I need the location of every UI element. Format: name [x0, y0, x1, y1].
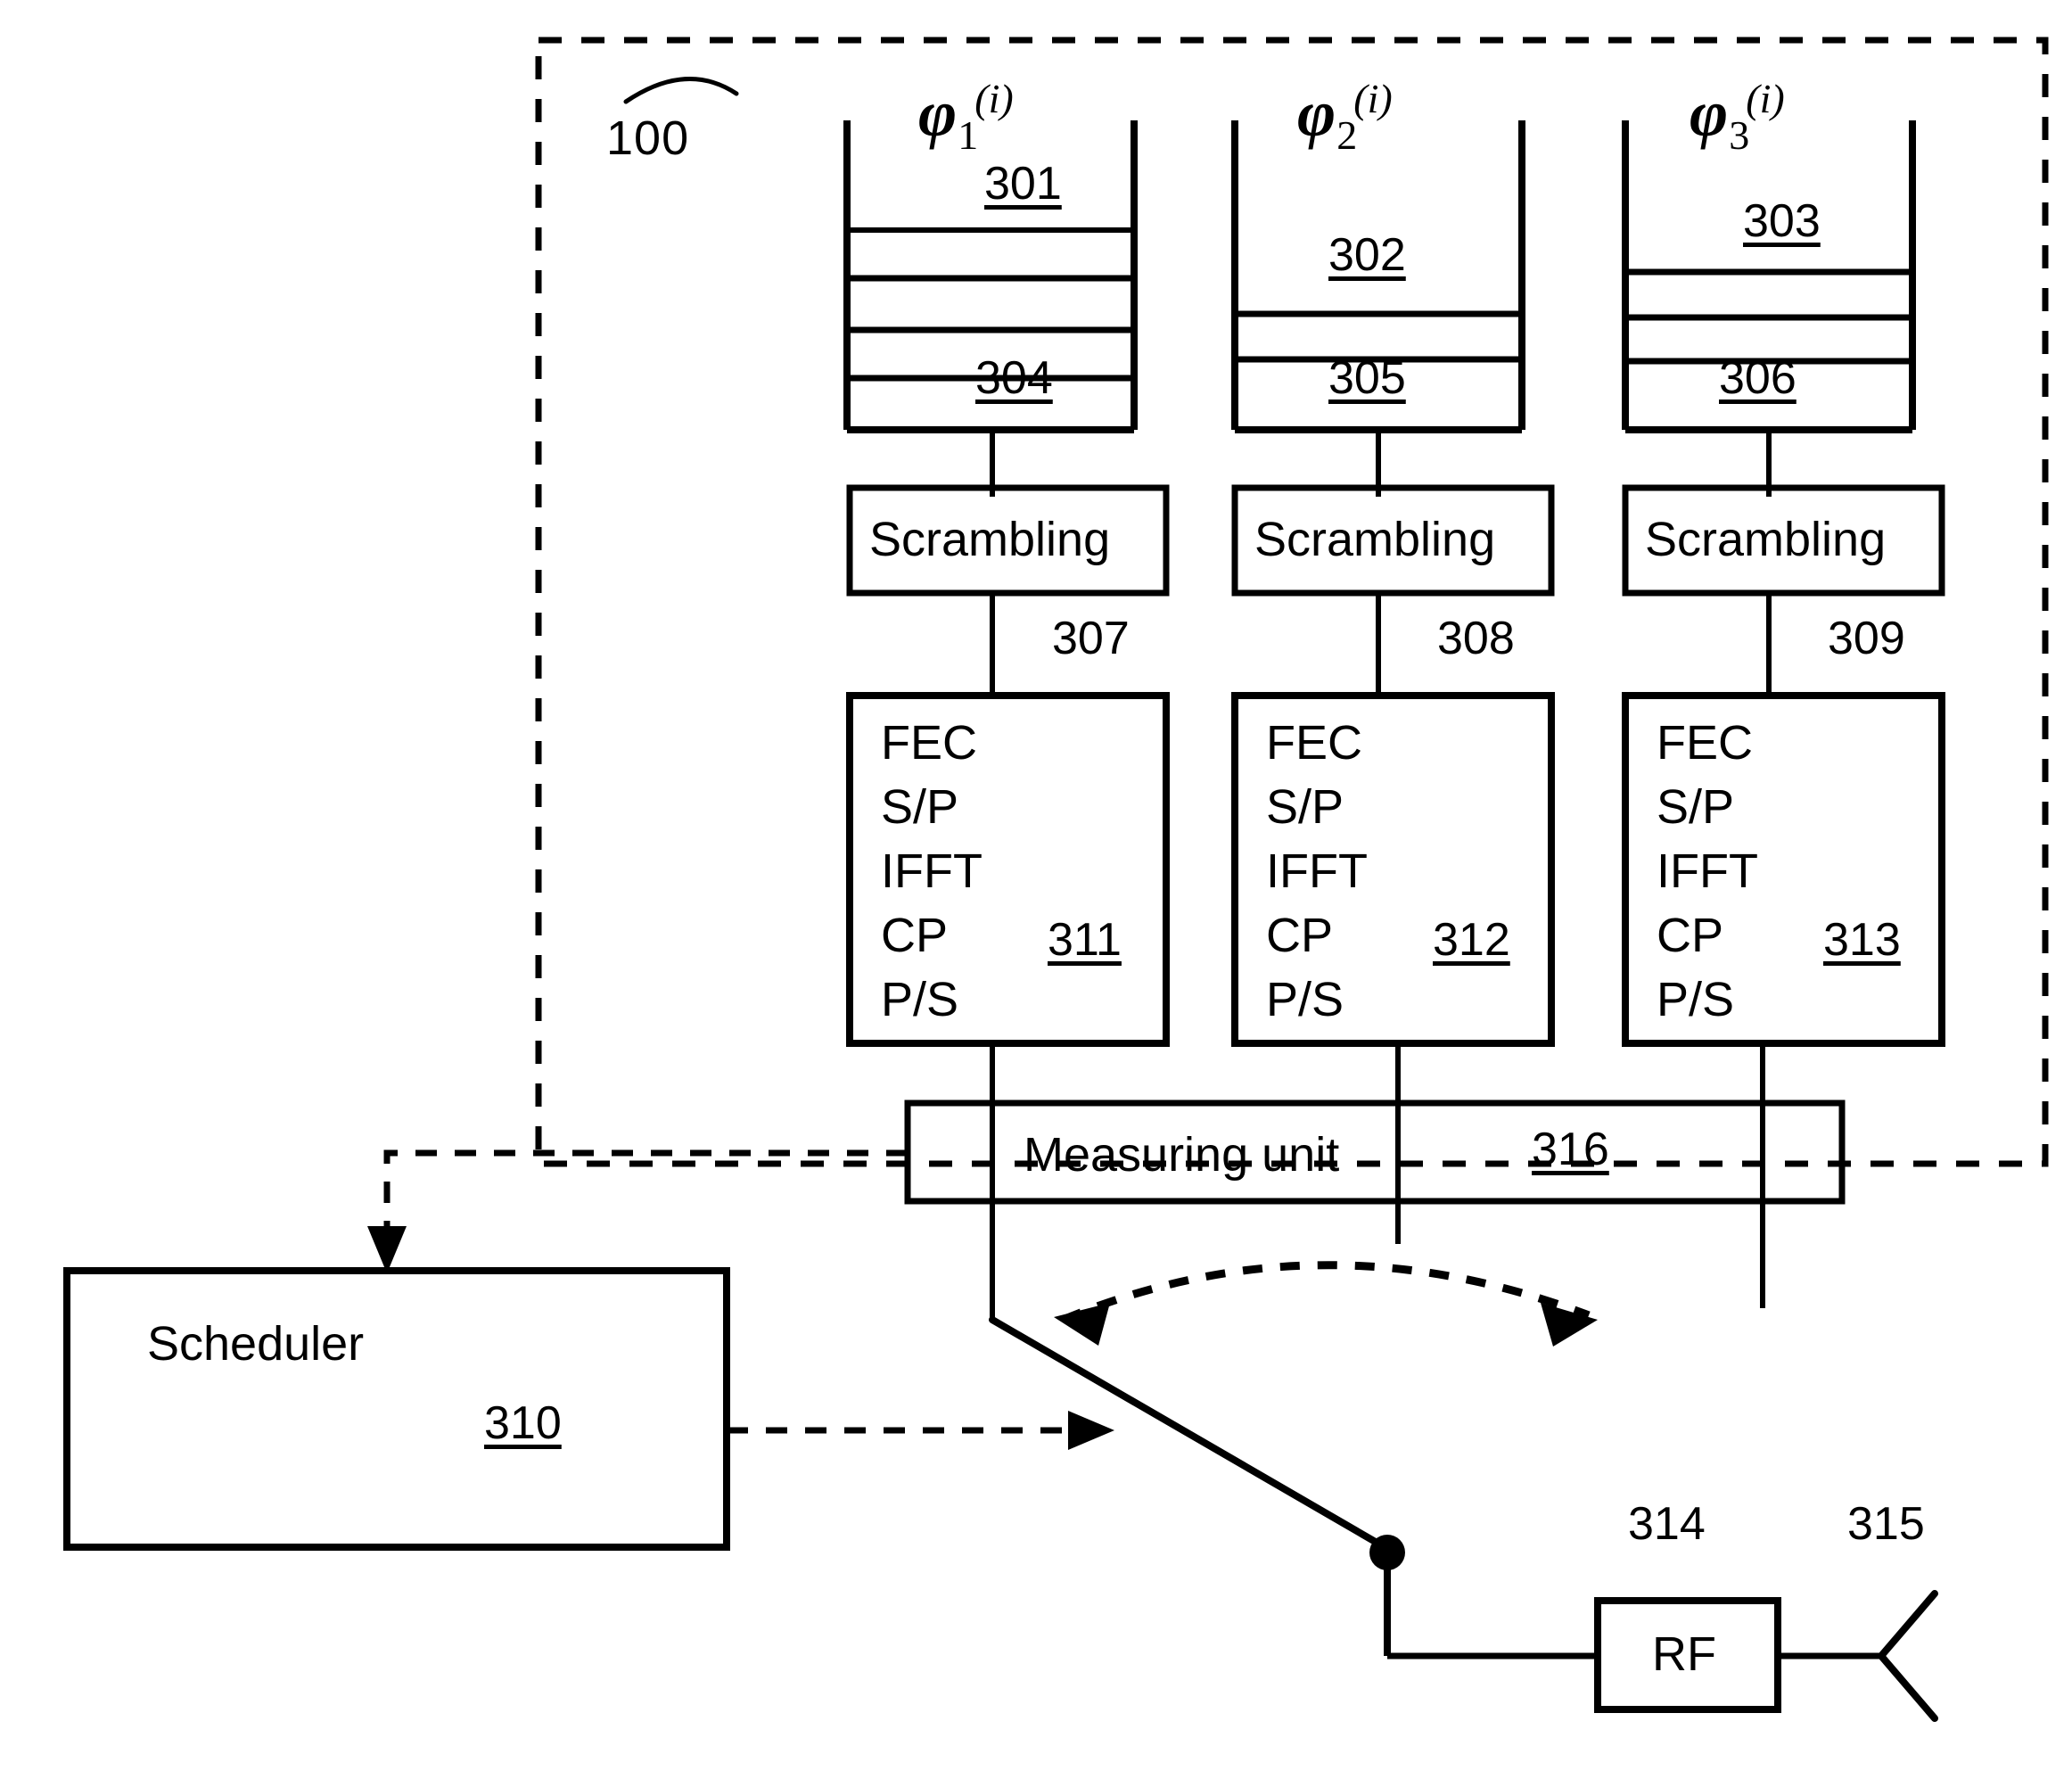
- diagram-vector-layer: [63, 37, 2049, 1722]
- scheduler-to-switch-arrowhead: [1068, 1411, 1114, 1450]
- scrambling-label-1: Scrambling: [869, 513, 1111, 566]
- proc2-line-fec: FEC: [1266, 716, 1362, 770]
- proc3-line-cp: CP: [1657, 909, 1724, 962]
- signal-label-phi1: φ1(i): [918, 78, 1014, 156]
- scrambling-ref-308: 308: [1437, 613, 1515, 664]
- proc1-line-ps: P/S: [881, 973, 959, 1026]
- phi-glyph-3: φ: [1690, 77, 1729, 151]
- proc1-line-sp: S/P: [881, 780, 959, 834]
- proc2-line-ps: P/S: [1266, 973, 1344, 1026]
- proc1-line-fec: FEC: [881, 716, 977, 770]
- switch-sweep-arc: [1061, 1261, 1591, 1324]
- proc3-line-fec: FEC: [1657, 716, 1753, 770]
- buffer-ref-301: 301: [984, 158, 1062, 210]
- buffer-ref-305: 305: [1328, 352, 1406, 404]
- proc3-line-ifft: IFFT: [1657, 844, 1758, 898]
- phi-glyph-1: φ: [918, 77, 958, 151]
- scheduler-ref-310: 310: [484, 1397, 562, 1449]
- scheduler-label: Scheduler: [147, 1317, 365, 1371]
- proc1-line-cp: CP: [881, 909, 949, 962]
- rf-label: RF: [1652, 1627, 1716, 1681]
- antenna-ref-315: 315: [1847, 1498, 1925, 1550]
- phi-glyph-2: φ: [1297, 77, 1336, 151]
- buffer-ref-304: 304: [975, 352, 1053, 404]
- proc1-line-ifft: IFFT: [881, 844, 983, 898]
- processing-ref-311: 311: [1048, 914, 1122, 966]
- rf-ref-314: 314: [1628, 1498, 1706, 1550]
- leader-line-100: [623, 77, 739, 104]
- scheduler-box: [63, 1267, 730, 1551]
- processing-ref-312: 312: [1433, 914, 1510, 966]
- proc2-line-sp: S/P: [1266, 780, 1344, 834]
- proc2-line-ifft: IFFT: [1266, 844, 1368, 898]
- proc3-line-sp: S/P: [1657, 780, 1735, 834]
- proc2-line-cp: CP: [1266, 909, 1334, 962]
- proc3-line-ps: P/S: [1657, 973, 1735, 1026]
- measuring-to-scheduler-arrowhead: [367, 1226, 407, 1273]
- measuring-to-scheduler-link: [383, 1149, 908, 1248]
- buffer-ref-306: 306: [1719, 352, 1797, 404]
- phi-superscript-3: (i): [1746, 76, 1785, 121]
- buffer-ref-303: 303: [1743, 195, 1821, 247]
- system-ref-100: 100: [606, 111, 690, 165]
- measuring-unit-label: Measuring unit: [1024, 1128, 1340, 1182]
- signal-label-phi2: φ2(i): [1297, 78, 1393, 156]
- scrambling-ref-307: 307: [1052, 613, 1130, 664]
- antenna-icon: [1878, 1590, 1938, 1722]
- scrambling-ref-309: 309: [1828, 613, 1905, 664]
- buffer-ref-302: 302: [1328, 229, 1406, 281]
- measuring-unit-ref-316: 316: [1532, 1124, 1609, 1175]
- processing-ref-313: 313: [1823, 914, 1901, 966]
- signal-label-phi3: φ3(i): [1690, 78, 1785, 156]
- patent-figure-page: 100 φ1(i) 301 304 φ2(i) 302 305 φ3(i) 30…: [0, 0, 2072, 1779]
- switch-sweep-arrow-left: [1054, 1303, 1110, 1346]
- phi-superscript-2: (i): [1353, 76, 1393, 121]
- phi-superscript-1: (i): [974, 76, 1014, 121]
- scrambling-label-3: Scrambling: [1645, 513, 1887, 566]
- scrambling-label-2: Scrambling: [1254, 513, 1496, 566]
- switch-sweep-arrow-right: [1541, 1303, 1598, 1347]
